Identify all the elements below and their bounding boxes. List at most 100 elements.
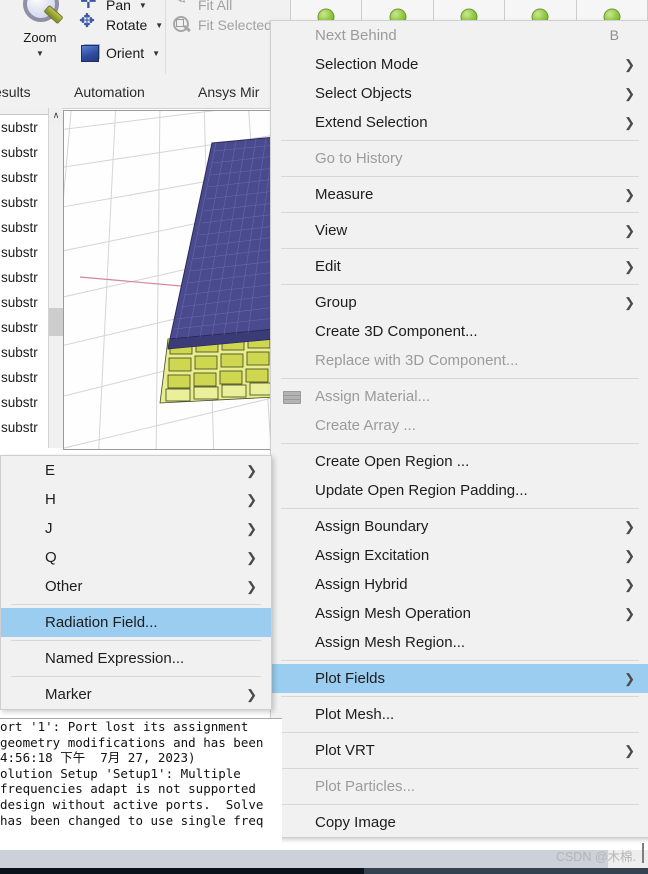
submenu-item-label: Named Expression... [45,650,185,667]
orient-button[interactable]: Orient ▼ [78,42,160,64]
context-menu-item[interactable]: Edit ❯ [271,252,648,281]
context-menu-item-label: Go to History [315,150,403,167]
context-menu[interactable]: Next Behind B Selection Mode ❯ Select Object… [262,20,648,838]
3d-viewport[interactable] [63,110,277,450]
menu-separator [281,696,639,697]
scrollbar-thumb[interactable] [49,308,63,336]
log-line: 4:56:18 下午 7月 27, 2023) [0,750,196,766]
chevron-down-icon[interactable]: ▼ [152,49,160,58]
context-menu-item: Plot Particles... [271,772,648,801]
scroll-up-icon[interactable]: ∧ [49,108,63,125]
context-menu-item-label: Create Open Region ... [315,453,470,470]
log-line: olution Setup 'Setup1': Multiple [0,765,241,781]
context-menu-item-label: Plot Particles... [315,778,416,795]
context-menu-item: Assign Material... [271,382,648,411]
chevron-down-icon[interactable]: ▼ [155,21,163,30]
chevron-right-icon: ❯ [624,743,635,758]
context-menu-item[interactable]: Extend Selection ❯ [271,108,648,137]
plot-fields-submenu[interactable]: E ❯ H ❯ J ❯ Q ❯ Other ❯ Radiation Field... Named Ex… [0,455,272,710]
context-menu-item-label: Create Array ... [315,417,416,434]
fit-selected-button[interactable]: Fit Selected [170,14,272,36]
context-menu-item[interactable]: Assign Excitation ❯ [271,541,648,570]
submenu-item[interactable]: Marker ❯ [1,680,271,709]
context-menu-item[interactable]: Create Open Region ... [271,447,648,476]
submenu-item[interactable]: E ❯ [1,456,271,485]
menu-separator [281,284,639,285]
message-log-panel[interactable]: ort '1': Port lost its assignment geometr… [0,718,282,851]
taskbar-segment [364,868,648,874]
context-menu-item-label: Plot VRT [315,742,375,759]
context-menu-item[interactable]: Assign Mesh Operation ❯ [271,599,648,628]
context-menu-item[interactable]: Group ❯ [271,288,648,317]
submenu-item-label: H [45,491,56,508]
context-menu-item[interactable]: Assign Boundary ❯ [271,512,648,541]
menu-separator [281,732,639,733]
context-menu-item-label: Replace with 3D Component... [315,352,519,369]
context-menu-item-label: Group [315,294,357,311]
chevron-right-icon: ❯ [624,187,635,202]
context-menu-item-label: Plot Mesh... [315,706,395,723]
tab-results[interactable]: esults [0,84,31,100]
context-menu-item[interactable]: Plot VRT ❯ [271,736,648,765]
mesh-model-graphic [64,111,276,449]
zoom-button[interactable]: Zoom ▼ [4,0,76,74]
context-menu-item-label: Assign Mesh Region... [315,634,466,651]
submenu-item[interactable]: H ❯ [1,485,271,514]
menu-separator [281,378,639,379]
context-menu-item-label: Extend Selection [315,114,428,131]
context-menu-item-label: Assign Hybrid [315,576,408,593]
tab-automation[interactable]: Automation [74,84,145,100]
submenu-item[interactable]: Q ❯ [1,543,271,572]
context-menu-item-label: Assign Material... [315,388,431,405]
context-menu-item: Create Array ... [271,411,648,440]
submenu-item-label: E [45,462,56,479]
submenu-item[interactable]: J ❯ [1,514,271,543]
context-menu-item-label: Assign Boundary [315,518,429,535]
rotate-button-label: Rotate [106,17,148,33]
menu-separator [281,804,639,805]
context-menu-item[interactable]: Assign Mesh Region... [271,628,648,657]
rotate-button[interactable]: Rotate ▼ [78,10,163,36]
context-menu-item-label: Edit [315,258,341,275]
ribbon-tab-bar: esults Automation Ansys Mir [0,80,290,109]
chevron-down-icon[interactable]: ▼ [4,49,76,59]
context-menu-item[interactable]: Selection Mode ❯ [271,50,648,79]
submenu-item[interactable]: Named Expression... [1,644,271,673]
ribbon-toolbar: Zoom ▼ Pan ▼ Rotate ▼ Orient ▼ Fit All F… [0,0,290,81]
chevron-right-icon: ❯ [624,577,635,592]
chevron-right-icon: ❯ [624,57,635,72]
log-line: has been changed to use single freq [0,812,264,828]
context-menu-item[interactable]: Create 3D Component... [271,317,648,346]
log-line: ort '1': Port lost its assignment [0,719,249,734]
submenu-item-label: Q [45,549,57,566]
menu-shortcut-key: B [609,27,619,43]
context-menu-item[interactable]: Plot Mesh... [271,700,648,729]
menu-separator [281,212,639,213]
menu-separator [281,660,639,661]
context-menu-item[interactable]: Update Open Region Padding... [271,476,648,505]
pan-button-label: Pan [106,0,131,13]
log-line: design without active ports. Solve [0,796,264,812]
menu-separator [281,508,639,509]
submenu-item[interactable]: Other ❯ [1,572,271,601]
context-menu-item-label: Assign Mesh Operation [315,605,471,622]
context-menu-item[interactable]: Copy Image [271,808,648,837]
submenu-item-label: Radiation Field... [45,614,158,631]
context-menu-item[interactable]: Assign Hybrid ❯ [271,570,648,599]
log-line: geometry modifications and has been [0,734,264,750]
context-menu-item[interactable]: Select Objects ❯ [271,79,648,108]
submenu-item[interactable]: Radiation Field... [1,608,271,637]
chevron-down-icon[interactable]: ▼ [139,1,147,10]
ribbon-group-navigate: Zoom ▼ Pan ▼ Rotate ▼ Orient ▼ [0,0,166,74]
tree-scrollbar[interactable]: ∧ [48,108,63,448]
tab-ansys-minerva[interactable]: Ansys Mir [198,84,259,100]
context-menu-item[interactable]: View ❯ [271,216,648,245]
orient-button-label: Orient [106,45,145,61]
context-menu-item[interactable]: Plot Fields ❯ [262,664,648,693]
menu-separator [11,676,261,677]
log-horizontal-scrollbar[interactable] [0,850,648,868]
context-menu-item[interactable]: Measure ❯ [271,180,648,209]
chevron-right-icon: ❯ [624,115,635,130]
chevron-right-icon: ❯ [246,463,257,478]
chevron-right-icon: ❯ [624,295,635,310]
